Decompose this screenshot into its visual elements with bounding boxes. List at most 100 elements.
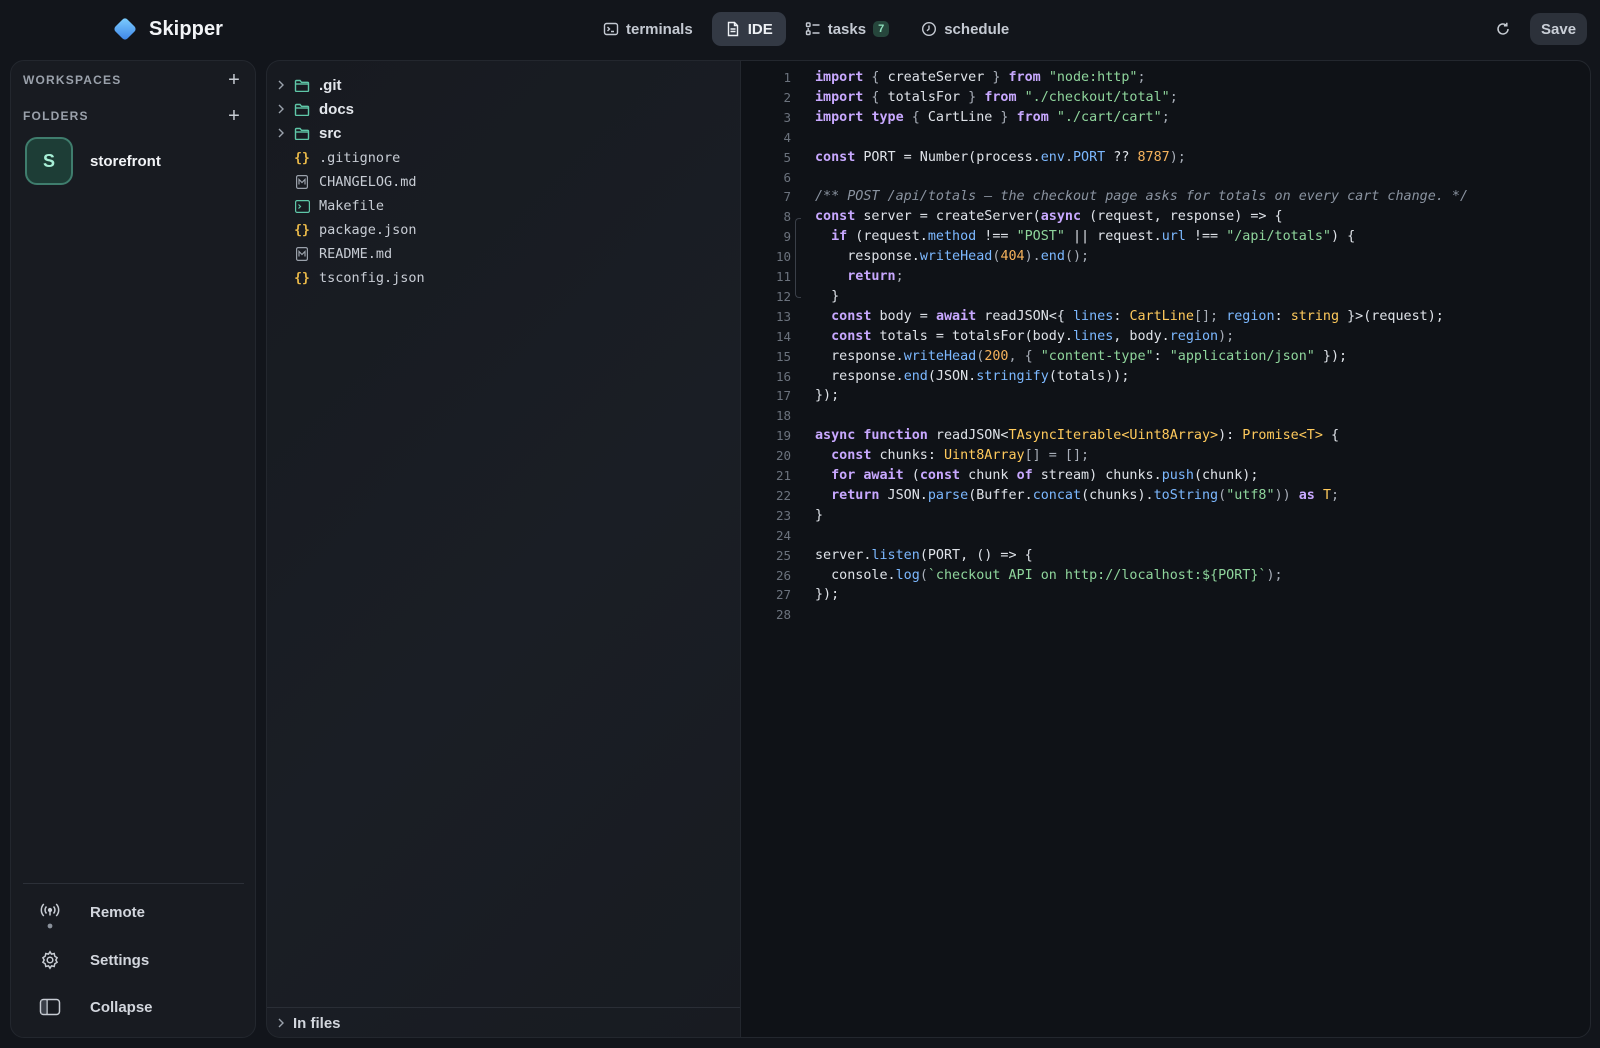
tab-label: IDE — [747, 20, 773, 38]
code-line[interactable]: 12 } — [741, 287, 1590, 307]
line-number: 9 — [783, 229, 791, 245]
settings-label: Settings — [90, 951, 150, 969]
line-content: }); — [815, 388, 840, 404]
code-line[interactable]: 5 const PORT = Number(process.env.PORT ??… — [741, 148, 1590, 168]
line-number: 12 — [775, 288, 791, 304]
code-editor[interactable]: 1 import { createServer } from "node:http… — [740, 60, 1591, 1038]
chevron-right-icon — [277, 104, 291, 114]
refresh-icon — [1497, 22, 1509, 35]
line-number: 21 — [775, 468, 791, 483]
sidebar-divider — [23, 883, 244, 884]
add-workspace-button[interactable]: + — [225, 70, 243, 90]
line-number: 8 — [783, 209, 791, 225]
remote-button[interactable]: Remote — [39, 901, 145, 929]
file-icon — [727, 21, 738, 37]
code-line[interactable]: 25 server.listen(PORT, () => { — [741, 546, 1590, 566]
tab-label: schedule — [944, 20, 1010, 38]
line-content: server.listen(PORT, () => { — [815, 547, 1033, 563]
settings-button[interactable]: Settings — [39, 949, 149, 971]
save-button[interactable]: Save — [1530, 13, 1588, 45]
tab-label: tasks — [827, 20, 867, 38]
folder-icon — [293, 77, 311, 93]
code-line[interactable]: 16 response.end(JSON.stringify(totals)); — [741, 367, 1590, 387]
chevron-right-icon — [277, 1015, 285, 1033]
line-number: 4 — [783, 129, 791, 145]
markdown-icon — [293, 246, 311, 262]
code-line[interactable]: 7 /** POST /api/totals — the checkout pag… — [741, 187, 1590, 207]
line-content: async function readJSON<TAsyncIterable<U… — [815, 428, 1340, 444]
line-content: } — [815, 288, 840, 304]
code-line[interactable]: 11 return; — [741, 267, 1590, 287]
line-content: return JSON.parse(Buffer.concat(chunks).… — [831, 487, 1340, 503]
skipper-logo-icon — [114, 18, 136, 40]
tree-file-makefile[interactable]: Makefile — [277, 195, 384, 217]
tab-terminals[interactable]: terminals — [590, 12, 706, 46]
code-line[interactable]: 24 — [741, 526, 1590, 546]
sidebar: WORKSPACES + FOLDERS + S storefront Remo… — [10, 60, 256, 1038]
code-line[interactable]: 22 return JSON.parse(Buffer.concat(chunk… — [741, 486, 1590, 506]
file-name: tsconfig.json — [319, 270, 425, 286]
tab-tasks[interactable]: tasks 7 — [792, 12, 903, 46]
line-content: import { totalsFor } from "./checkout/to… — [815, 89, 1178, 105]
line-number: 26 — [775, 567, 791, 583]
file-name: .gitignore — [319, 150, 401, 166]
code-line[interactable]: 18 — [741, 406, 1590, 426]
code-line[interactable]: 21 for await (const chunk of stream) chu… — [741, 466, 1590, 486]
code-line[interactable]: 10 response.writeHead(404).end(); — [741, 247, 1590, 267]
line-number: 24 — [775, 527, 791, 543]
folder-item-storefront[interactable]: S storefront — [25, 137, 161, 185]
file-name: Makefile — [319, 198, 385, 214]
line-number: 23 — [775, 507, 791, 523]
tree-file-gitignore[interactable]: {} .gitignore — [277, 147, 400, 169]
terminal-file-icon — [293, 198, 311, 214]
line-content: console.log(`checkout API on http://loca… — [815, 567, 1283, 583]
code-line[interactable]: 9 if (request.method !== "POST" || reque… — [741, 227, 1590, 247]
code-line[interactable]: 15 response.writeHead(200, { "content-ty… — [741, 347, 1590, 367]
gear-icon — [39, 949, 61, 971]
line-content: response.end(JSON.stringify(totals)); — [815, 368, 1130, 384]
tab-ide[interactable]: IDE — [711, 12, 786, 46]
code-line[interactable]: 26 console.log(`checkout API on http://l… — [741, 566, 1590, 586]
code-line[interactable]: 14 const totals = totalsFor(body.lines, … — [741, 327, 1590, 347]
braces-icon: {} — [294, 270, 310, 286]
collapse-button[interactable]: Collapse — [39, 996, 153, 1018]
code-line[interactable]: 19 async function readJSON<TAsyncIterable… — [741, 426, 1590, 446]
code-line[interactable]: 6 — [741, 168, 1590, 188]
tree-file-changelog[interactable]: CHANGELOG.md — [277, 171, 417, 193]
refresh-button[interactable] — [1492, 18, 1514, 40]
line-content: const chunks: Uint8Array[] = []; — [831, 448, 1090, 464]
code-line[interactable]: 1 import { createServer } from "node:http… — [741, 68, 1590, 88]
line-content: if (request.method !== "POST" || request… — [831, 229, 1356, 245]
line-number: 10 — [775, 249, 791, 265]
code-line[interactable]: 8 const server = createServer(async (requ… — [741, 207, 1590, 227]
line-number: 11 — [775, 269, 791, 284]
chevron-right-icon — [277, 80, 291, 90]
code-line[interactable]: 28 — [741, 605, 1590, 625]
line-number: 15 — [775, 348, 791, 364]
line-number: 16 — [775, 368, 791, 384]
tree-dir-src[interactable]: src — [277, 122, 342, 144]
dir-name: src — [319, 124, 342, 142]
code-line[interactable]: 3 import type { CartLine } from "./cart/c… — [741, 108, 1590, 128]
tree-file-tsconfig[interactable]: {} tsconfig.json — [277, 267, 425, 289]
line-number: 17 — [775, 388, 791, 404]
code-line[interactable]: 27}); — [741, 585, 1590, 605]
add-folder-button[interactable]: + — [225, 106, 243, 126]
in-files-toggle[interactable]: In files — [267, 1007, 741, 1039]
code-line[interactable]: 13 const body = await readJSON<{ lines: … — [741, 307, 1590, 327]
code-line[interactable]: 23} — [741, 506, 1590, 526]
code-line[interactable]: 2 import { totalsFor } from "./checkout/t… — [741, 88, 1590, 108]
code-line[interactable]: 20 const chunks: Uint8Array[] = []; — [741, 446, 1590, 466]
braces-icon: {} — [294, 150, 310, 166]
tree-dir-git[interactable]: .git — [277, 74, 342, 96]
tree-dir-docs[interactable]: docs — [277, 98, 354, 120]
tree-file-package-json[interactable]: {} package.json — [277, 219, 416, 241]
code-line[interactable]: 17}); — [741, 386, 1590, 406]
chevron-right-icon — [277, 128, 291, 138]
folders-header: FOLDERS + — [23, 106, 243, 126]
tree-file-readme[interactable]: README.md — [277, 243, 392, 265]
fold-indicator[interactable] — [795, 218, 801, 298]
code-line[interactable]: 4 — [741, 128, 1590, 148]
dir-name: docs — [319, 100, 355, 118]
tab-schedule[interactable]: schedule — [908, 12, 1022, 46]
